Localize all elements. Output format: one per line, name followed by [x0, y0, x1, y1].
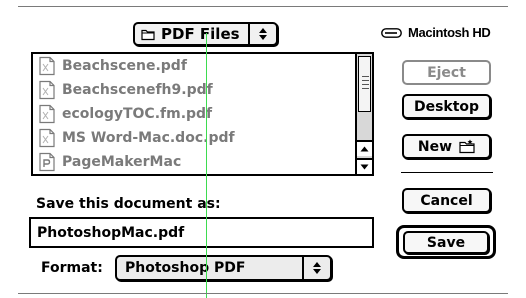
- file-name: Beachscene.pdf: [62, 58, 187, 74]
- pdf-document-icon: [39, 80, 55, 100]
- pdf-document-icon: [39, 56, 55, 76]
- file-list-rows: Beachscene.pdf Beachscenefh9.pdf ecology…: [33, 54, 357, 174]
- scroll-up-button[interactable]: [357, 140, 372, 156]
- pdf-document-icon: [39, 104, 55, 124]
- grip-icon: [362, 76, 369, 92]
- save-dialog: PDF Files Macintosh HD Beachscene.pdf Be…: [0, 0, 526, 298]
- new-folder-button[interactable]: New: [402, 134, 491, 159]
- file-list-item[interactable]: Beachscenefh9.pdf: [33, 78, 357, 102]
- save-prompt-label: Save this document as:: [36, 196, 221, 212]
- desktop-button[interactable]: Desktop: [402, 94, 491, 119]
- cancel-button[interactable]: Cancel: [402, 188, 491, 213]
- file-name: MS Word-Mac.doc.pdf: [62, 130, 235, 146]
- file-list-scrollbar[interactable]: [355, 54, 372, 174]
- button-divider: [401, 172, 493, 173]
- scroll-thumb[interactable]: [358, 56, 371, 112]
- disk-label: Macintosh HD: [408, 25, 491, 40]
- new-folder-label: New: [417, 138, 453, 155]
- file-list-item[interactable]: Beachscene.pdf: [33, 54, 357, 78]
- file-list-item[interactable]: MS Word-Mac.doc.pdf: [33, 126, 357, 150]
- new-folder-icon: [459, 139, 475, 154]
- up-arrow-icon: [360, 146, 369, 152]
- current-disk: Macintosh HD: [381, 25, 491, 40]
- file-list[interactable]: Beachscene.pdf Beachscenefh9.pdf ecology…: [31, 52, 374, 176]
- format-label: Format:: [41, 260, 103, 276]
- format-popup-label: Photoshop PDF: [125, 260, 246, 276]
- format-popup[interactable]: Photoshop PDF: [115, 255, 332, 281]
- scroll-down-button[interactable]: [357, 158, 372, 174]
- pagemaker-document-icon: [39, 152, 55, 172]
- file-list-item[interactable]: PageMakerMac: [33, 150, 357, 174]
- file-name: Beachscenefh9.pdf: [62, 82, 213, 98]
- hard-disk-icon: [381, 27, 402, 38]
- dialog-bottom-border: [18, 293, 508, 294]
- folder-icon: [141, 29, 155, 41]
- folder-popup-label: PDF Files: [161, 25, 240, 43]
- dialog-top-border: [18, 6, 508, 7]
- eject-button[interactable]: Eject: [402, 60, 491, 85]
- down-arrow-icon: [360, 164, 369, 170]
- popup-arrows-icon: [302, 257, 330, 279]
- filename-field[interactable]: [29, 217, 374, 248]
- pdf-document-icon: [39, 128, 55, 148]
- save-button[interactable]: Save: [403, 231, 489, 254]
- file-list-item[interactable]: ecologyTOC.fm.pdf: [33, 102, 357, 126]
- popup-arrows-icon: [248, 24, 276, 44]
- file-name: ecologyTOC.fm.pdf: [62, 106, 213, 122]
- green-guide-line: [206, 33, 207, 298]
- file-name: PageMakerMac: [62, 154, 182, 170]
